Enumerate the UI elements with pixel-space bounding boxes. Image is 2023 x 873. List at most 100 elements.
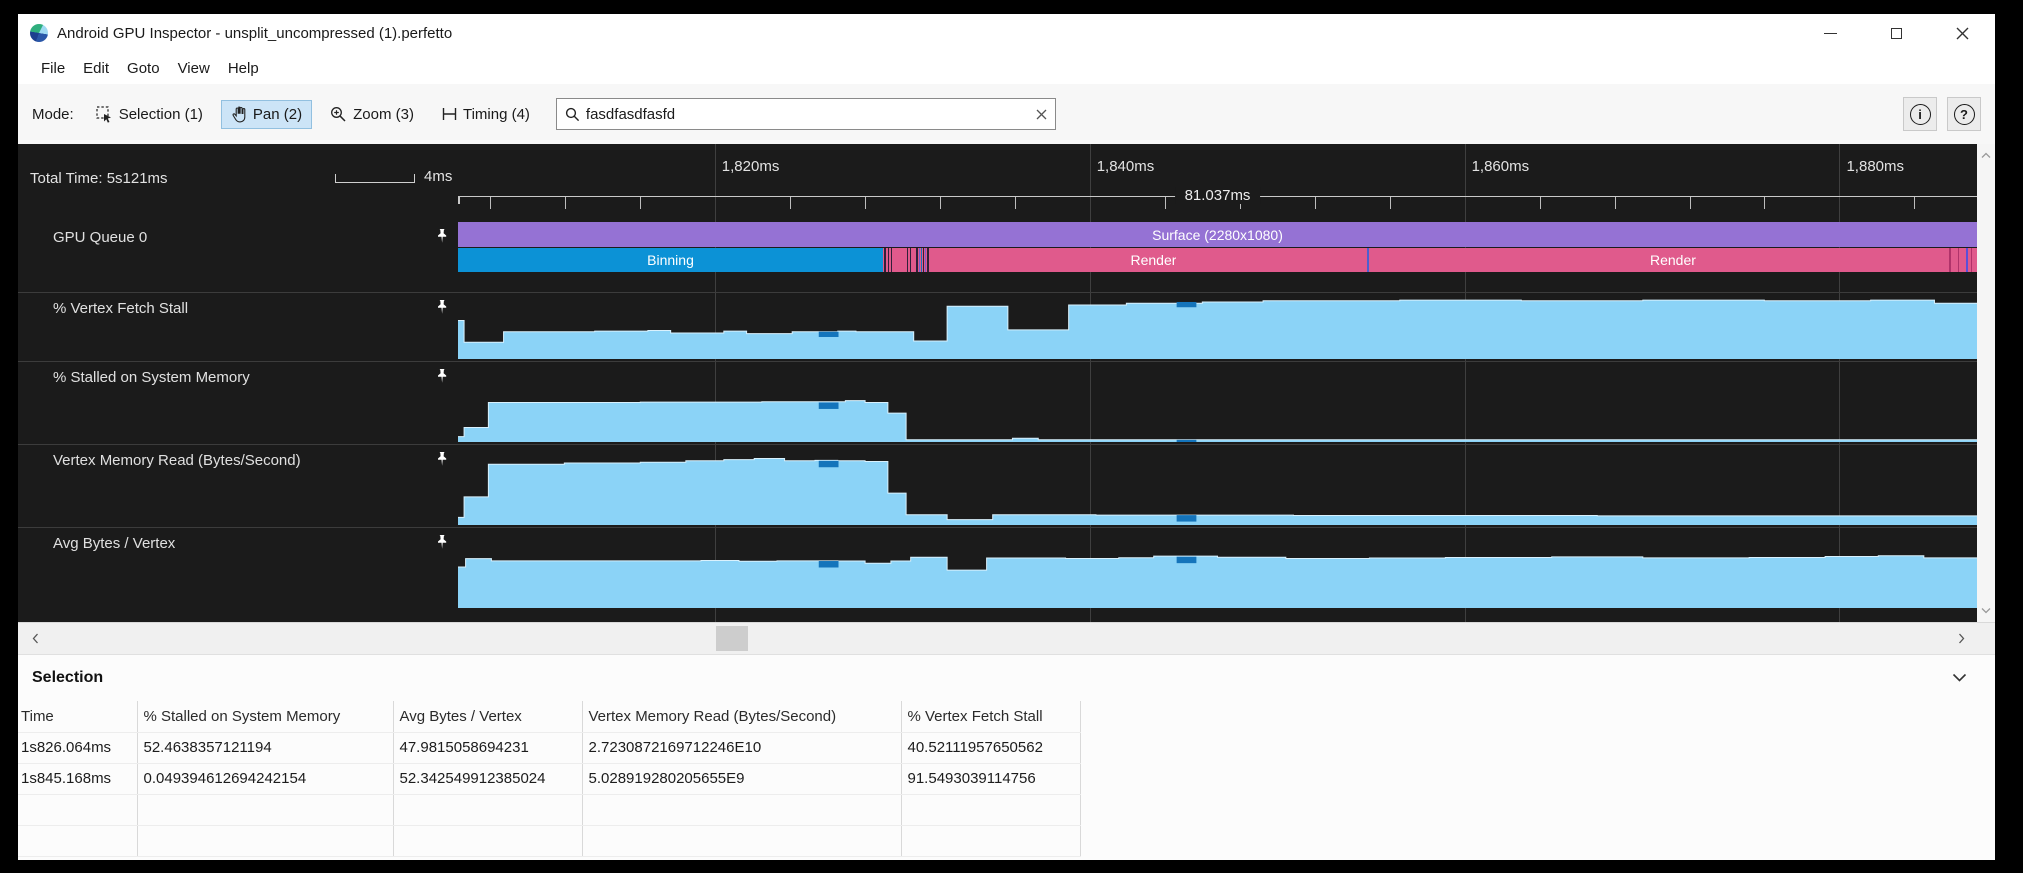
selected-sample-mark[interactable]	[819, 461, 839, 467]
collapse-chevron-icon[interactable]	[1952, 673, 1967, 682]
ruler-time-label: 1,860ms	[1472, 158, 1530, 175]
window-title: Android GPU Inspector - unsplit_uncompre…	[57, 25, 452, 42]
timing-icon	[442, 107, 457, 121]
slice-stripe	[916, 248, 918, 272]
slice-stripe	[907, 248, 908, 272]
minimize-icon	[1824, 33, 1837, 34]
ruler-minor-tick	[565, 197, 566, 209]
column-header[interactable]: Avg Bytes / Vertex	[393, 701, 582, 732]
slice-label: Render	[1131, 252, 1177, 268]
table-cell-empty	[137, 825, 393, 856]
timeline-panel: Total Time: 5s121ms 4ms 81.037ms 1,820ms…	[18, 144, 1995, 622]
pin-icon[interactable]	[434, 534, 450, 551]
menu-goto[interactable]: Goto	[118, 60, 169, 77]
scroll-left-icon[interactable]	[32, 633, 39, 644]
mode-button-label: Timing (4)	[463, 106, 530, 123]
selected-sample-mark[interactable]	[819, 332, 839, 337]
menu-file[interactable]: File	[32, 60, 74, 77]
help-button[interactable]: ?	[1947, 97, 1981, 131]
selected-sample-mark[interactable]	[819, 561, 839, 567]
table-cell: 0.049394612694242154	[137, 763, 393, 794]
track-label: Avg Bytes / Vertex	[53, 535, 175, 552]
pin-icon[interactable]	[434, 299, 450, 316]
ruler-minor-tick	[1540, 197, 1541, 209]
render-slice[interactable]: Render	[940, 248, 1367, 272]
track-stalled-on-system-memory[interactable]: % Stalled on System Memory	[18, 362, 458, 444]
ruler-minor-tick	[865, 197, 866, 209]
total-time-label: Total Time: 5s121ms	[30, 170, 168, 187]
stalled-on-system-memory-chart[interactable]	[458, 362, 1977, 444]
table-row[interactable]: 1s845.168ms0.04939461269424215452.342549…	[18, 763, 1080, 794]
mode-button-label: Zoom (3)	[353, 106, 414, 123]
column-header[interactable]: Vertex Memory Read (Bytes/Second)	[582, 701, 901, 732]
ruler-minor-tick	[1390, 197, 1391, 209]
track-vertex-fetch-stall[interactable]: % Vertex Fetch Stall	[18, 293, 458, 361]
toolbar: Mode: Selection (1)Pan (2)Zoom (3)Timing…	[18, 84, 1995, 144]
scrollbar-thumb[interactable]	[716, 626, 748, 651]
close-button[interactable]	[1929, 14, 1995, 52]
mode-button-timing[interactable]: Timing (4)	[432, 100, 540, 129]
horizontal-scrollbar[interactable]	[18, 622, 1995, 654]
title-bar[interactable]: Android GPU Inspector - unsplit_uncompre…	[18, 14, 1995, 52]
mode-button-selection[interactable]: Selection (1)	[86, 100, 213, 129]
menu-edit[interactable]: Edit	[74, 60, 118, 77]
binning-slice[interactable]: Binning	[458, 248, 883, 272]
selected-sample-mark[interactable]	[1177, 557, 1197, 563]
timeline-ruler[interactable]: Total Time: 5s121ms 4ms 81.037ms 1,820ms…	[18, 144, 1977, 222]
ruler-chart[interactable]: 81.037ms 1,820ms1,840ms1,860ms1,880ms	[458, 144, 1977, 222]
help-icon: ?	[1954, 104, 1975, 125]
column-header[interactable]: % Stalled on System Memory	[137, 701, 393, 732]
table-cell: 1s826.064ms	[18, 732, 137, 763]
minimize-button[interactable]	[1797, 14, 1863, 52]
scroll-right-icon[interactable]	[1958, 633, 1965, 644]
search-box[interactable]	[556, 98, 1056, 130]
track-gpu-queue-0[interactable]: GPU Queue 0	[18, 222, 458, 292]
surface-slice[interactable]: Surface (2280x1080)	[458, 222, 1977, 247]
clear-icon[interactable]	[1036, 109, 1047, 120]
selected-sample-mark[interactable]	[1177, 302, 1197, 307]
selection-header[interactable]: Selection	[18, 655, 1995, 701]
track-avg-bytes-vertex[interactable]: Avg Bytes / Vertex	[18, 528, 458, 610]
table-cell: 47.9815058694231	[393, 732, 582, 763]
slice-stripe	[1966, 248, 1968, 272]
slice-stripe	[910, 248, 911, 272]
table-cell-empty	[901, 794, 1080, 825]
table-row[interactable]: 1s826.064ms52.463835712119447.9815058694…	[18, 732, 1080, 763]
vertex-fetch-stall-chart[interactable]	[458, 293, 1977, 361]
app-window: Android GPU Inspector - unsplit_uncompre…	[18, 14, 1995, 860]
ruler-minor-tick	[490, 197, 491, 209]
slice-label: Binning	[647, 252, 694, 268]
pin-icon[interactable]	[434, 451, 450, 468]
track-vertex-memory-read-bytes-second[interactable]: Vertex Memory Read (Bytes/Second)	[18, 445, 458, 527]
info-button[interactable]: i	[1903, 97, 1937, 131]
mode-button-zoom[interactable]: Zoom (3)	[320, 100, 424, 129]
maximize-button[interactable]	[1863, 14, 1929, 52]
pin-icon[interactable]	[434, 228, 450, 245]
menu-help[interactable]: Help	[219, 60, 268, 77]
ruler-time-label: 1,840ms	[1097, 158, 1155, 175]
ruler-minor-tick	[790, 197, 791, 209]
avg-bytes-vertex-chart[interactable]	[458, 528, 1977, 610]
slice-stripe	[888, 248, 889, 272]
gpu-queue-track[interactable]: Surface (2280x1080) Binning Render Render	[458, 222, 1977, 292]
render-slice[interactable]: Render	[1369, 248, 1977, 272]
column-header[interactable]: % Vertex Fetch Stall	[901, 701, 1080, 732]
mode-button-pan[interactable]: Pan (2)	[221, 100, 312, 129]
ruler-minor-tick	[1690, 197, 1691, 209]
menu-view[interactable]: View	[169, 60, 219, 77]
track-label: % Vertex Fetch Stall	[53, 300, 188, 317]
vertical-scrollbar[interactable]	[1977, 144, 1995, 622]
vertex-memory-read-bytes-second-chart[interactable]	[458, 445, 1977, 527]
slice-stripe	[884, 248, 886, 272]
search-input[interactable]	[586, 106, 1036, 123]
selected-sample-mark[interactable]	[1177, 515, 1197, 521]
selected-sample-mark[interactable]	[1177, 440, 1197, 442]
counter-area-svg	[458, 366, 1977, 442]
scroll-up-icon[interactable]	[1981, 152, 1991, 159]
scroll-down-icon[interactable]	[1981, 607, 1991, 614]
column-header[interactable]: Time	[18, 701, 137, 732]
pin-icon[interactable]	[434, 368, 450, 385]
selected-sample-mark[interactable]	[819, 402, 839, 408]
zoom-icon	[330, 106, 347, 123]
ruler-minor-tick	[1015, 197, 1016, 209]
